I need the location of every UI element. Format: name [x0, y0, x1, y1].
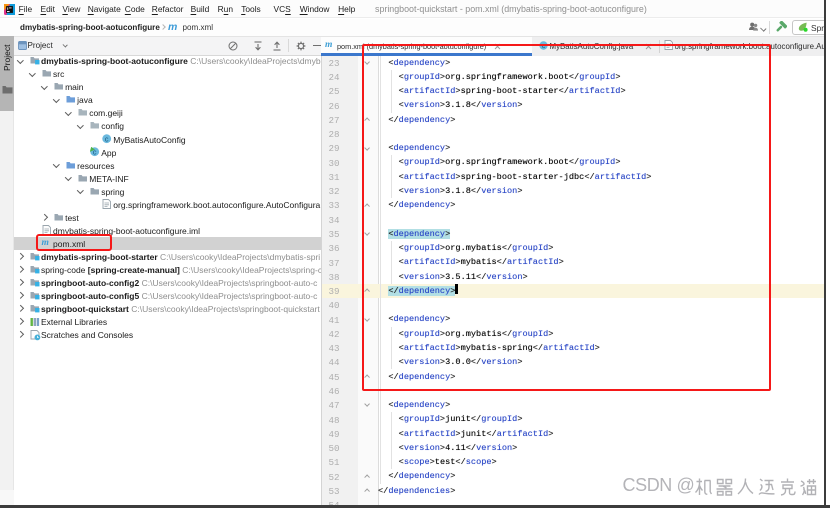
svg-text:c: c — [105, 134, 109, 143]
